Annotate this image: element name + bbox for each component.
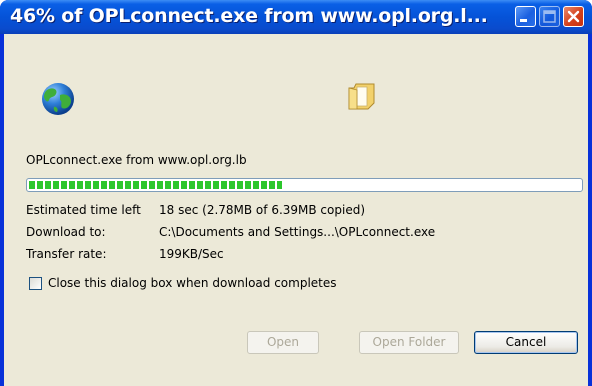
title-bar[interactable]: 46% of OPLconnect.exe from www.opl.org.l… xyxy=(0,0,592,34)
maximize-button[interactable] xyxy=(539,6,560,27)
maximize-icon xyxy=(543,10,556,23)
time-left-label: Estimated time left xyxy=(26,203,141,217)
minimize-button[interactable] xyxy=(515,6,536,27)
transfer-rate-label: Transfer rate: xyxy=(26,247,107,261)
download-to-value: C:\Documents and Settings...\OPLconnect.… xyxy=(159,225,436,239)
download-dialog: 46% of OPLconnect.exe from www.opl.org.l… xyxy=(0,0,592,386)
download-progress-bar xyxy=(26,178,583,192)
cancel-button[interactable]: Cancel xyxy=(474,331,578,354)
time-left-value: 18 sec (2.78MB of 6.39MB copied) xyxy=(159,203,366,217)
minimize-icon xyxy=(520,19,527,22)
close-when-complete-checkbox[interactable] xyxy=(29,277,42,290)
progress-fill xyxy=(29,181,282,189)
download-source-text: OPLconnect.exe from www.opl.org.lb xyxy=(26,153,247,167)
globe-icon xyxy=(42,83,74,115)
dialog-body: OPLconnect.exe from www.opl.org.lb Estim… xyxy=(4,34,588,386)
transfer-rate-value: 199KB/Sec xyxy=(159,247,224,261)
download-to-label: Download to: xyxy=(26,225,106,239)
folder-icon xyxy=(348,83,375,110)
close-when-complete-label[interactable]: Close this dialog box when download comp… xyxy=(48,276,337,290)
open-folder-button[interactable]: Open Folder xyxy=(359,331,459,354)
window-title: 46% of OPLconnect.exe from www.opl.org.l… xyxy=(10,5,488,27)
close-button[interactable] xyxy=(563,6,584,27)
open-button[interactable]: Open xyxy=(247,331,319,354)
close-icon xyxy=(567,10,580,23)
